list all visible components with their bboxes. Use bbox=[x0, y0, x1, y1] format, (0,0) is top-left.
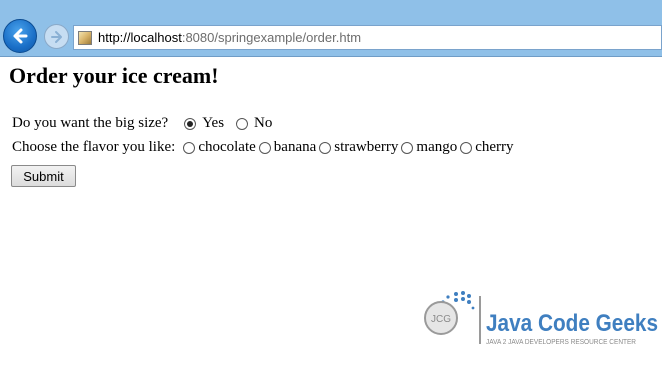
page-favicon-icon bbox=[78, 30, 92, 45]
url-host: http://localhost bbox=[98, 30, 182, 45]
big-size-yes-option[interactable]: Yes bbox=[182, 115, 233, 132]
strawberry-radio[interactable] bbox=[319, 141, 332, 154]
browser-toolbar: http://localhost:8080/springexample/orde… bbox=[0, 0, 662, 57]
yes-radio[interactable] bbox=[184, 117, 197, 130]
banana-label: banana bbox=[273, 139, 317, 155]
cherry-label: cherry bbox=[475, 139, 514, 155]
chocolate-label: chocolate bbox=[198, 139, 256, 155]
page-title: Order your ice cream! bbox=[9, 63, 219, 88]
back-button[interactable] bbox=[3, 19, 37, 53]
big-size-no-option[interactable]: No bbox=[234, 115, 272, 132]
flavor-option-chocolate[interactable]: chocolate bbox=[181, 139, 256, 156]
arrow-right-icon bbox=[50, 30, 62, 43]
flavor-option-cherry[interactable]: cherry bbox=[458, 139, 514, 156]
no-label: No bbox=[254, 115, 273, 131]
address-bar[interactable]: http://localhost:8080/springexample/orde… bbox=[73, 25, 662, 50]
url-text[interactable]: http://localhost:8080/springexample/orde… bbox=[98, 30, 361, 45]
strawberry-label: strawberry bbox=[334, 139, 399, 155]
flavor-option-strawberry[interactable]: strawberry bbox=[317, 139, 398, 156]
logo-name-text: Java Code Geeks bbox=[486, 310, 658, 337]
no-radio[interactable] bbox=[236, 117, 249, 130]
java-code-geeks-logo: JCG Java Code Geeks JAVA 2 JAVA DEVELOPE… bbox=[424, 291, 658, 346]
chocolate-radio[interactable] bbox=[183, 141, 196, 154]
big-size-row: Do you want the big size? Yes No bbox=[12, 115, 273, 132]
mango-label: mango bbox=[416, 139, 458, 155]
logo-tagline-text: JAVA 2 JAVA DEVELOPERS RESOURCE CENTER bbox=[486, 339, 636, 346]
flavor-row: Choose the flavor you like: chocolate ba… bbox=[12, 139, 515, 156]
big-size-label: Do you want the big size? bbox=[12, 115, 169, 131]
yes-label: Yes bbox=[202, 115, 225, 131]
flavor-option-mango[interactable]: mango bbox=[399, 139, 457, 156]
cherry-radio[interactable] bbox=[460, 141, 473, 154]
url-path: :8080/springexample/order.htm bbox=[181, 30, 362, 45]
arrow-left-icon bbox=[13, 28, 28, 44]
banana-radio[interactable] bbox=[258, 141, 271, 154]
flavor-label: Choose the flavor you like: bbox=[12, 139, 176, 155]
submit-button[interactable]: Submit bbox=[11, 165, 76, 187]
forward-button[interactable] bbox=[44, 24, 69, 49]
flavor-option-banana[interactable]: banana bbox=[257, 139, 316, 156]
logo-badge-text: JCG bbox=[431, 314, 451, 325]
mango-radio[interactable] bbox=[401, 141, 414, 154]
